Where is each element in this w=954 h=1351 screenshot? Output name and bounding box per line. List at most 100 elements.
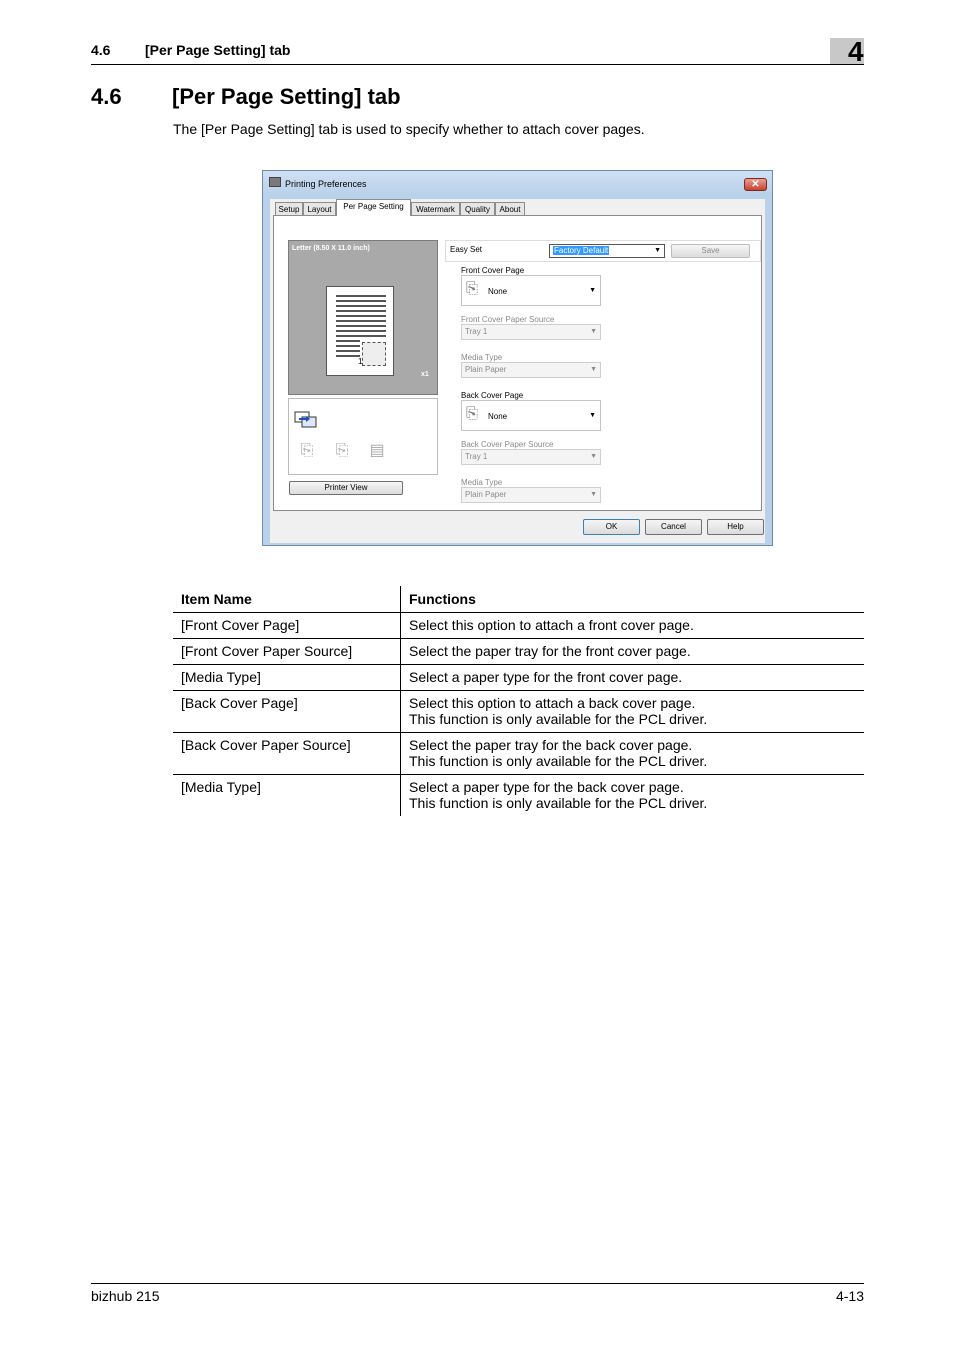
footer-page-number: 4-13	[835, 1288, 864, 1304]
dialog-body: Setup Layout Per Page Setting Watermark …	[270, 199, 765, 543]
tab-panel: Letter (8.50 X 11.0 inch) 1 x1 ⎘ ⎘ ▤ Pri…	[273, 215, 762, 511]
help-button[interactable]: Help	[707, 519, 764, 535]
tab-about[interactable]: About	[495, 202, 525, 215]
paper-size-label: Letter (8.50 X 11.0 inch)	[292, 245, 370, 252]
front-cover-source-value: Tray 1	[465, 327, 488, 336]
function-note: This function is only available for the …	[409, 795, 708, 811]
section-number: 4.6	[91, 84, 122, 109]
back-media-type-label: Media Type	[461, 478, 503, 487]
back-cover-page-label: Back Cover Page	[461, 391, 524, 400]
column-header-functions: Functions	[400, 586, 864, 613]
function-note: This function is only available for the …	[409, 753, 708, 769]
dialog-title: Printing Preferences	[285, 179, 367, 189]
function-cell: Select the paper tray for the front cove…	[400, 638, 864, 665]
page-number: 1	[358, 357, 363, 366]
chevron-down-icon: ▼	[590, 453, 597, 460]
back-cover-source-select[interactable]: Tray 1 ▼	[461, 449, 601, 465]
section-intro: The [Per Page Setting] tab is used to sp…	[173, 121, 645, 137]
chevron-down-icon: ▼	[589, 287, 596, 294]
tab-layout[interactable]: Layout	[303, 202, 336, 215]
tab-watermark[interactable]: Watermark	[411, 202, 460, 215]
tab-setup[interactable]: Setup	[275, 202, 303, 215]
functions-table: Item Name Functions [Front Cover Page] S…	[173, 586, 864, 816]
column-header-item-name: Item Name	[173, 586, 401, 613]
function-cell: Select the paper tray for the back cover…	[400, 732, 864, 775]
header-rule	[91, 64, 864, 65]
cover-page-icon: ⎘	[466, 280, 479, 297]
item-name-cell: [Front Cover Page]	[173, 612, 401, 639]
function-cell: Select a paper type for the back cover p…	[401, 775, 865, 817]
tab-quality[interactable]: Quality	[460, 202, 495, 215]
item-name-cell: [Back Cover Page]	[173, 690, 401, 733]
front-cover-page-label: Front Cover Page	[461, 266, 525, 275]
front-cover-source-select[interactable]: Tray 1 ▼	[461, 324, 601, 340]
back-cover-source-label: Back Cover Paper Source	[461, 440, 554, 449]
easy-set-select[interactable]: Factory Default ▼	[549, 244, 665, 258]
tray-icon: ⎘	[300, 442, 314, 459]
function-text: Select this option to attach a back cove…	[409, 695, 696, 711]
mini-page-icon	[362, 342, 386, 366]
function-text: Select the paper tray for the front cove…	[409, 643, 691, 659]
function-text: Select a paper type for the back cover p…	[409, 779, 684, 795]
front-cover-page-select[interactable]: ⎘ None ▼	[461, 275, 601, 306]
cover-page-icon: ⎘	[466, 405, 479, 422]
ok-button[interactable]: OK	[583, 519, 640, 535]
chapter-number: 4	[848, 36, 864, 67]
item-name-cell: [Front Cover Paper Source]	[173, 638, 401, 665]
back-cover-page-select[interactable]: ⎘ None ▼	[461, 400, 601, 431]
back-cover-source-value: Tray 1	[465, 452, 488, 461]
front-cover-page-value: None	[488, 287, 508, 296]
chevron-down-icon: ▼	[589, 412, 596, 419]
front-media-type-select[interactable]: Plain Paper ▼	[461, 362, 601, 378]
printer-icon	[269, 177, 281, 187]
table-row: [Back Cover Page] Select this option to …	[173, 690, 864, 733]
item-name-cell: [Media Type]	[173, 774, 401, 816]
function-cell: Select this option to attach a front cov…	[400, 612, 864, 639]
section-title: [Per Page Setting] tab	[172, 84, 401, 109]
item-name-cell: [Media Type]	[173, 664, 401, 691]
back-cover-page-value: None	[488, 412, 508, 421]
cancel-button[interactable]: Cancel	[645, 519, 702, 535]
chevron-down-icon: ▼	[590, 328, 597, 335]
easy-set-label: Easy Set	[450, 245, 483, 254]
printing-preferences-dialog: Printing Preferences ✕ Setup Layout Per …	[262, 170, 773, 546]
function-text: Select a paper type for the front cover …	[409, 669, 683, 685]
page-preview: Letter (8.50 X 11.0 inch) 1 x1	[288, 240, 438, 395]
front-media-type-label: Media Type	[461, 353, 503, 362]
item-name-cell: [Back Cover Paper Source]	[173, 732, 401, 775]
staple-icon: ⎘	[335, 442, 349, 459]
copies-indicator: x1	[421, 371, 429, 378]
save-button[interactable]: Save	[671, 244, 750, 258]
table-header-row: Item Name Functions	[173, 586, 864, 613]
footer-rule	[91, 1283, 864, 1284]
dialog-titlebar: Printing Preferences ✕	[263, 171, 772, 195]
chevron-down-icon: ▼	[590, 491, 597, 498]
printer-view-button[interactable]: Printer View	[289, 481, 403, 495]
function-text: Select the paper tray for the back cover…	[409, 737, 693, 753]
printer-options-icon[interactable]	[294, 411, 318, 429]
chevron-down-icon: ▼	[590, 366, 597, 373]
front-media-type-value: Plain Paper	[465, 365, 507, 374]
function-text: Select this option to attach a front cov…	[409, 617, 694, 633]
back-media-type-select[interactable]: Plain Paper ▼	[461, 487, 601, 503]
tab-per-page-setting[interactable]: Per Page Setting	[336, 199, 411, 216]
chevron-down-icon: ▼	[654, 247, 661, 254]
footer-product: bizhub 215	[91, 1288, 160, 1304]
table-row: [Back Cover Paper Source] Select the pap…	[173, 732, 864, 775]
back-media-type-value: Plain Paper	[465, 490, 507, 499]
preview-sheet: 1	[326, 286, 394, 376]
header-section-number: 4.6	[91, 42, 111, 58]
easy-set-value: Factory Default	[553, 246, 610, 255]
function-note: This function is only available for the …	[409, 711, 708, 727]
close-button[interactable]: ✕	[744, 178, 767, 191]
table-row: [Front Cover Paper Source] Select the pa…	[173, 638, 864, 665]
table-row: [Media Type] Select a paper type for the…	[173, 774, 865, 817]
function-cell: Select a paper type for the front cover …	[400, 664, 864, 691]
finisher-icon: ▤	[369, 442, 385, 459]
device-icons-panel: ⎘ ⎘ ▤	[288, 398, 438, 475]
table-row: [Media Type] Select a paper type for the…	[173, 664, 864, 691]
function-cell: Select this option to attach a back cove…	[400, 690, 864, 733]
table-row: [Front Cover Page] Select this option to…	[173, 612, 864, 639]
front-cover-source-label: Front Cover Paper Source	[461, 315, 555, 324]
header-section-title: [Per Page Setting] tab	[145, 42, 291, 58]
